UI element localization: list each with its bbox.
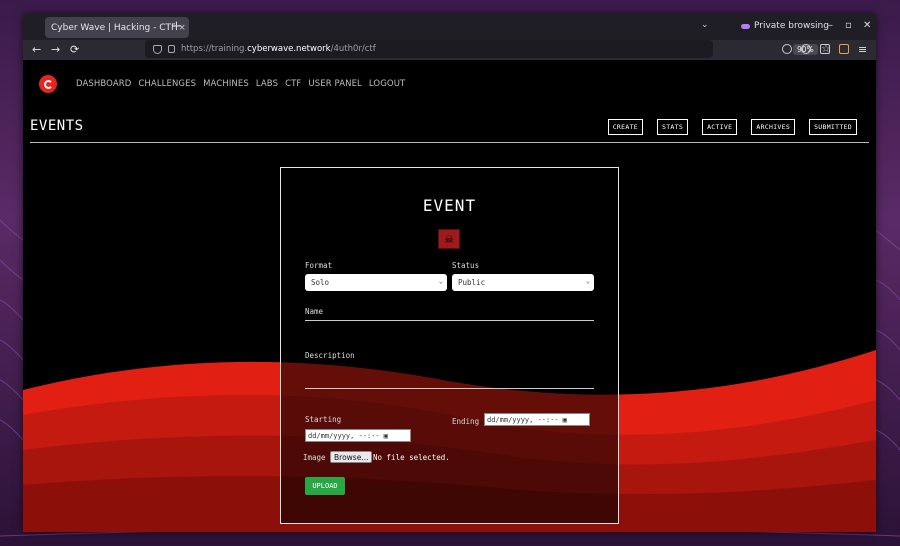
site-logo[interactable] [39,75,57,93]
tab-list-icon[interactable]: ⌄ [701,20,709,30]
nav-ctf[interactable]: CTF [285,79,301,89]
nav-labs[interactable]: LABS [256,79,278,89]
status-value: Public [458,278,486,287]
calendar-icon[interactable]: ▣ [384,432,388,440]
pocket-icon[interactable] [782,44,792,54]
starting-value: dd/mm/yyyy, --:-- [308,431,380,440]
minimize-icon[interactable]: – [828,20,833,31]
back-icon[interactable]: ← [32,43,41,56]
lock-icon[interactable] [168,45,175,53]
private-browsing-indicator: Private browsing [741,21,829,31]
calendar-icon[interactable]: ▣ [563,416,567,424]
events-actions: CREATE STATS ACTIVE ARCHIVES SUBMITTED [607,119,857,135]
upload-button[interactable]: UPLOAD [305,477,345,495]
status-select[interactable]: Public ⌄ [452,274,594,291]
format-label: Format [305,261,333,270]
close-window-icon[interactable]: ✕ [863,20,871,31]
description-label: Description [305,351,355,360]
maximize-icon[interactable]: ▫ [845,20,852,31]
chevron-down-icon: ⌄ [438,277,443,285]
new-tab-icon[interactable]: + [171,19,182,34]
menu-icon[interactable]: ≡ [858,43,867,56]
ending-value: dd/mm/yyyy, --:-- [487,415,559,424]
main-nav: DASHBOARD CHALLENGES MACHINES LABS CTF U… [76,79,405,89]
browse-button[interactable]: Browse... [330,451,373,463]
create-button[interactable]: CREATE [607,119,643,135]
nav-user-panel[interactable]: USER PANEL [308,79,361,89]
event-form-card: EVENT ☠ Format Solo ⌄ Status Public ⌄ Na… [280,167,619,524]
tab-title: Cyber Wave | Hacking - CTF [51,22,175,33]
extensions-icon[interactable] [820,44,830,54]
addon-icon[interactable] [839,44,849,54]
active-button[interactable]: ACTIVE [702,119,738,135]
forward-icon[interactable]: → [51,43,60,56]
nav-logout[interactable]: LOGOUT [369,79,405,89]
stats-button[interactable]: STATS [657,119,689,135]
browser-window: Cyber Wave | Hacking - CTF × + ⌄ Private… [23,14,876,532]
format-value: Solo [311,278,330,287]
account-icon[interactable] [801,44,811,54]
format-select[interactable]: Solo ⌄ [305,274,447,291]
chevron-down-icon: ⌄ [585,277,590,285]
status-label: Status [452,261,480,270]
shield-icon[interactable] [153,44,162,54]
ending-datetime-input[interactable]: dd/mm/yyyy, --:-- ▣ [484,413,590,426]
navigation-bar: ← → ⟳ https://training. cyberwave.network… [23,40,876,60]
page-content: DASHBOARD CHALLENGES MACHINES LABS CTF U… [23,60,876,532]
private-label: Private browsing [754,21,829,31]
image-label: Image [303,453,326,462]
name-label: Name [305,307,324,316]
archives-button[interactable]: ARCHIVES [751,119,796,135]
logo-mark-icon [43,79,53,89]
url-host: cyberwave.network [247,44,331,54]
private-mask-icon [741,23,750,29]
starting-datetime-input[interactable]: dd/mm/yyyy, --:-- ▣ [305,429,411,442]
url-path: /4uth0r/ctf [330,44,376,54]
starting-label: Starting [305,415,342,424]
form-title: EVENT [422,196,477,215]
tab-active[interactable]: Cyber Wave | Hacking - CTF × [45,17,189,38]
nav-challenges[interactable]: CHALLENGES [138,79,196,89]
description-input[interactable] [305,388,594,389]
tab-bar: Cyber Wave | Hacking - CTF × + ⌄ Private… [23,14,876,40]
event-emblem-icon: ☠ [438,229,460,249]
url-bar[interactable]: https://training. cyberwave.network/4uth0… [145,40,831,58]
header-divider [30,142,869,143]
no-file-text: No file selected. [373,453,450,462]
name-input[interactable] [305,320,594,321]
url-prefix: https://training. [181,44,248,54]
nav-machines[interactable]: MACHINES [203,79,249,89]
page-title: EVENTS [30,118,84,134]
reload-icon[interactable]: ⟳ [70,43,79,56]
submitted-button[interactable]: SUBMITTED [809,119,857,135]
ending-label: Ending [452,417,480,426]
nav-dashboard[interactable]: DASHBOARD [76,79,131,89]
